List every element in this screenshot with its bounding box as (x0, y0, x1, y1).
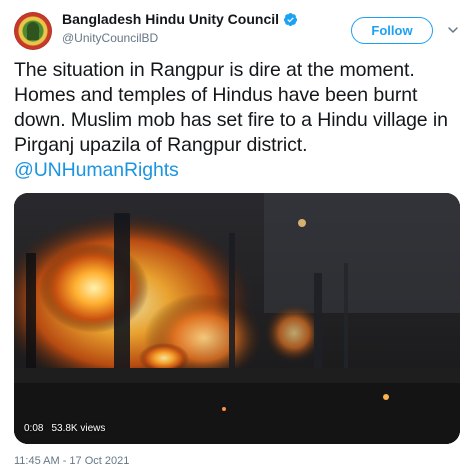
chevron-down-icon[interactable] (447, 24, 459, 36)
display-name[interactable]: Bangladesh Hindu Unity Council (62, 11, 279, 27)
tweet-card: Bangladesh Hindu Unity Council @UnityCou… (0, 0, 472, 472)
mention-link[interactable]: @UNHumanRights (14, 159, 179, 181)
avatar[interactable] (14, 12, 52, 50)
tweet-text: The situation in Rangpur is dire at the … (14, 58, 464, 183)
follow-button[interactable]: Follow (351, 17, 433, 44)
avatar-figure (27, 22, 39, 40)
verified-badge-icon (283, 12, 298, 26)
tweet-timestamp[interactable]: 11:45 AM - 17 Oct 2021 (14, 455, 129, 467)
video-frame (14, 193, 460, 444)
author-row: Bangladesh Hindu Unity Council (62, 11, 298, 27)
author-handle[interactable]: @UnityCouncilBD (62, 31, 158, 45)
tweet-body: The situation in Rangpur is dire at the … (14, 59, 448, 156)
video-duration: 0:08 (24, 423, 44, 434)
video-overlay: 0:08 53.8K views (24, 423, 105, 434)
video-views: 53.8K views (51, 423, 106, 434)
video-player[interactable]: 0:08 53.8K views (14, 193, 460, 444)
